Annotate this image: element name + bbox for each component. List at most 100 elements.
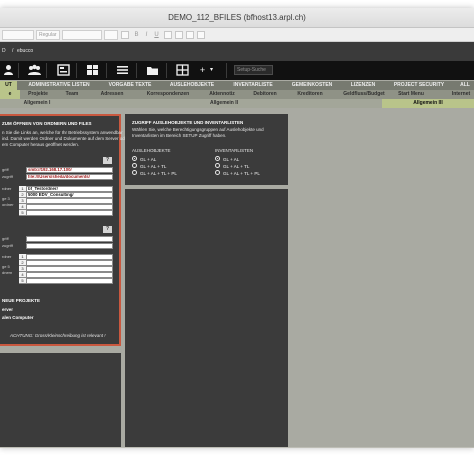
font-select[interactable] — [2, 30, 34, 40]
tab-debitoren[interactable]: Debitoren — [248, 90, 282, 99]
auslehobjekte-heading: AUSLEHOBJEKTE — [132, 148, 171, 153]
app-window: DEMO_112_BFILES (bfhost13.arpl.ch) Regul… — [0, 8, 474, 448]
toolbar-separator — [136, 63, 137, 78]
help-button[interactable]: ? — [103, 157, 112, 164]
dashboard-icon[interactable] — [86, 64, 99, 76]
tab-team[interactable]: Team — [58, 90, 86, 99]
tab-korrespondenzen[interactable]: Korrespondenzen — [139, 90, 197, 99]
field-label: griff — [2, 167, 9, 172]
color-select[interactable] — [104, 30, 118, 40]
tab-setup[interactable]: UT — [0, 81, 17, 90]
field-label: zugriff — [2, 174, 13, 179]
folder-path-field[interactable] — [26, 278, 113, 284]
title-bar: DEMO_112_BFILES (bfhost13.arpl.ch) — [0, 8, 474, 28]
align-left-icon[interactable] — [121, 31, 129, 39]
tab-adressen[interactable]: Adressen — [95, 90, 129, 99]
person-icon[interactable] — [2, 64, 15, 76]
field-label: dnern — [2, 270, 13, 275]
tab-start-menu[interactable]: Start Menu — [396, 90, 426, 99]
inventarlisten-option[interactable]: GL + AL + TL + PL — [215, 170, 260, 176]
tab-lizenzen[interactable]: LIZENZEN — [343, 81, 383, 90]
toolbar-separator — [76, 63, 77, 78]
auslehobjekte-option[interactable]: GL + AL + TL — [132, 163, 167, 169]
tabs-sub: e Projekte Team Adressen Korrespondenzen… — [0, 90, 474, 99]
team-icon[interactable] — [27, 64, 41, 76]
inventarlisten-heading: INVENTARLISTEN — [215, 148, 254, 153]
italic-button[interactable]: I — [142, 30, 151, 40]
toolbar-separator — [46, 63, 47, 78]
new-projects-option[interactable]: erver — [2, 307, 13, 312]
justify-icon[interactable] — [186, 31, 194, 39]
radio-selected-icon[interactable] — [215, 156, 220, 162]
radio-icon[interactable] — [215, 163, 220, 169]
style-select[interactable]: Regular — [36, 30, 60, 40]
address-card-icon[interactable] — [57, 64, 70, 76]
new-projects-title: NEUE PROJEKTE — [2, 298, 41, 303]
folder-path-field[interactable] — [26, 210, 113, 216]
access-rights-title: ZUGRIFF AUSLEHOBJEKTE UND INVENTARLISTEN — [132, 120, 244, 125]
toolbar-separator — [226, 63, 227, 78]
tab-sub-active[interactable]: e — [0, 90, 20, 99]
radio-icon[interactable] — [132, 163, 137, 169]
tab-allgemein-ii[interactable]: Allgemein II — [203, 99, 245, 108]
bold-button[interactable]: B — [132, 30, 141, 40]
radio-label: GL + AL + TL + PL — [140, 171, 177, 176]
field-label: rdner — [2, 186, 12, 191]
add-chevron-down-icon[interactable]: ▾ — [205, 64, 218, 76]
align-center-icon[interactable] — [164, 31, 172, 39]
tab-inventarliste[interactable]: INVENTARLISTE — [225, 81, 281, 90]
auslehobjekte-option[interactable]: GL + AL + TL + PL — [132, 170, 177, 176]
list-view-icon[interactable] — [116, 64, 129, 76]
underline-button[interactable]: U — [152, 30, 161, 40]
current-user[interactable]: ebucco — [17, 48, 33, 54]
bottom-divider — [0, 447, 474, 448]
radio-label: GL + AL — [223, 157, 240, 162]
radio-icon[interactable] — [132, 170, 137, 176]
radio-label: GL + AL + TL — [140, 164, 167, 169]
left-lower-panel — [0, 353, 121, 447]
nav-separator: / — [12, 48, 14, 54]
auslehobjekte-option[interactable]: GL + AL — [132, 156, 157, 162]
size-select[interactable] — [62, 30, 102, 40]
server-url-field[interactable]: smb://192.168.17.100/ — [26, 167, 113, 173]
search-input[interactable]: Setup-Suche — [234, 65, 273, 75]
tab-internet[interactable]: Internet — [448, 90, 474, 99]
grid-icon[interactable] — [176, 64, 189, 76]
server-url-field[interactable] — [26, 236, 113, 242]
tab-administrative-listen[interactable]: ADMINISTRATIVE LISTEN — [26, 81, 92, 90]
format-bar: Regular B I U — [0, 28, 474, 42]
nav-breadcrumb[interactable]: D — [2, 48, 6, 54]
file-links-desc: ind. Damit werden Ordner und Dokumente a… — [2, 136, 140, 141]
toolbar-separator — [18, 63, 19, 78]
window-title: DEMO_112_BFILES (bfhost13.arpl.ch) — [168, 13, 306, 22]
inventarlisten-option[interactable]: GL + AL + TL — [215, 163, 249, 169]
radio-label: GL + AL — [140, 157, 157, 162]
tab-gemeinkosten[interactable]: GEMEINKOSTEN — [283, 81, 341, 90]
new-projects-option[interactable]: alen Computer — [2, 315, 34, 320]
tab-allgemein-i[interactable]: Allgemein I — [16, 99, 58, 108]
folder-icon[interactable] — [146, 64, 159, 76]
tab-allgemein-iii[interactable]: Allgemein III — [382, 99, 474, 108]
radio-icon[interactable] — [215, 170, 220, 176]
tab-all[interactable]: ALL — [456, 81, 474, 90]
tab-geldfluss-budget[interactable]: Geldfluss/Budget — [338, 90, 390, 99]
tab-vorgabe-texte[interactable]: VORGABE TEXTE — [100, 81, 160, 90]
field-label: ge 3 — [2, 196, 10, 201]
align-right-icon[interactable] — [175, 31, 183, 39]
tab-project-security[interactable]: PROJECT SECURITY — [388, 81, 450, 90]
tab-kreditoren[interactable]: Kreditoren — [293, 90, 327, 99]
help-button[interactable]: ? — [103, 226, 112, 233]
local-url-field[interactable]: file:///Users/sheila/documents/ — [26, 174, 113, 180]
file-links-desc: n Sie die Links an, welche für Ihr Betri… — [2, 130, 123, 135]
toolbar-separator — [106, 63, 107, 78]
tab-aktennotiz[interactable]: Aktennotiz — [202, 90, 242, 99]
toolbar-separator — [166, 63, 167, 78]
inventarlisten-option[interactable]: GL + AL — [215, 156, 240, 162]
tab-projekte[interactable]: Projekte — [23, 90, 53, 99]
navigation-bar: D / ebucco — [0, 42, 474, 61]
list-icon[interactable] — [197, 31, 205, 39]
file-links-desc: em Computer heraus geöffnet werden. — [2, 142, 79, 147]
local-url-field[interactable] — [26, 243, 113, 249]
tab-auslehobjekte[interactable]: AUSLEHOBJEKTE — [164, 81, 220, 90]
radio-selected-icon[interactable] — [132, 156, 137, 162]
